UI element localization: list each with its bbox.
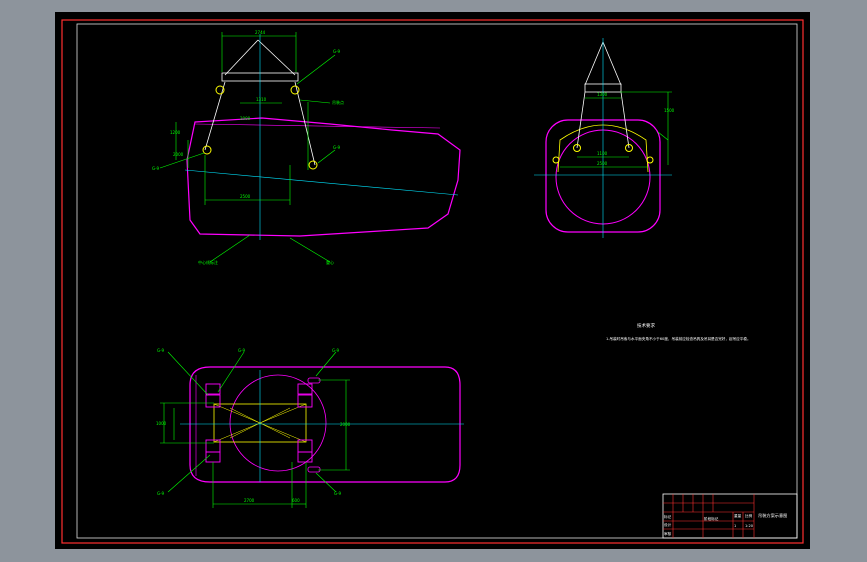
side-callout-left: G-9 <box>152 166 160 171</box>
tb-row-1: 标记 <box>664 514 672 519</box>
tb-row-3: 审核 <box>664 531 672 536</box>
side-dim-left-vert: 1200 <box>170 130 181 135</box>
plan-callout-bl: G-9 <box>157 491 165 496</box>
tb-title: 吊装方案示意图 <box>758 512 787 519</box>
side-callout-bottom-left: 中心线标注 <box>198 259 218 265</box>
plan-callout-tl1: G-9 <box>157 348 165 353</box>
tb-cell-scale: 比例 <box>745 513 753 518</box>
notes-heading: 技术要求 <box>637 322 655 329</box>
side-callout-mid-right: 吊装点 <box>332 99 344 105</box>
cad-drawing-canvas: 2744 1310 2000 1200 2000 2500 G-9 吊装点 G-… <box>55 12 810 549</box>
drawing-sheet <box>55 12 810 549</box>
plan-callout-tr: G-9 <box>332 348 340 353</box>
side-callout-lower-right: G-9 <box>333 145 341 150</box>
side-callout-bottom-right: 重心 <box>326 259 334 265</box>
end-dim-top: 1300 <box>597 92 608 97</box>
side-callout-top-right: G-9 <box>333 49 341 54</box>
plan-dim-bottom-left: 2700 <box>244 498 255 503</box>
plan-callout-tl2: G-9 <box>238 348 246 353</box>
tb-cell-stage: 阶段标记 <box>704 516 719 521</box>
tb-cell-weight: 重量 <box>734 513 742 518</box>
end-dim-mid: 1100 <box>597 151 608 156</box>
tb-row-2: 设计 <box>664 522 672 527</box>
side-dim-right-vert: 2000 <box>240 116 251 121</box>
tb-sheet: 1 <box>734 524 736 528</box>
end-dim-right: 1500 <box>664 108 675 113</box>
side-dim-bottom: 2500 <box>240 194 251 199</box>
end-dim-lower: 2500 <box>597 161 608 166</box>
notes-line: 1.吊装时吊索与水平面夹角不小于60度，吊装前应检查吊具及吊耳是否完好，起吊应平… <box>606 336 751 341</box>
tb-scale: 1:20 <box>745 524 754 528</box>
plan-dim-left: 1000 <box>156 421 167 426</box>
plan-dim-right: 2000 <box>340 422 351 427</box>
plan-dim-bottom-right: 600 <box>292 498 300 503</box>
side-dim-lower-left: 2000 <box>173 152 184 157</box>
side-dim-mid: 1310 <box>256 97 267 102</box>
side-dim-top: 2744 <box>255 30 266 35</box>
plan-callout-br: G-9 <box>334 491 342 496</box>
